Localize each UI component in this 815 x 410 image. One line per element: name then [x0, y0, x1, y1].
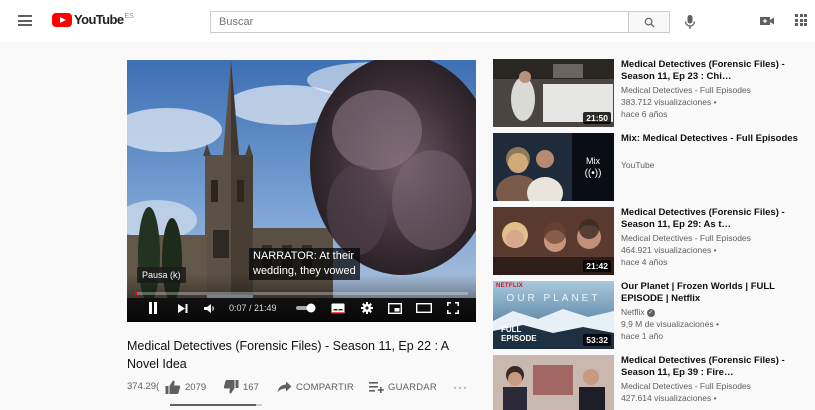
- thumbs-up-icon: [165, 380, 181, 394]
- video-player[interactable]: NARRATOR: At their wedding, they vowed P…: [127, 60, 476, 322]
- video-thumbnail[interactable]: [493, 355, 614, 410]
- more-actions-button[interactable]: ···: [453, 378, 468, 396]
- view-count: 427.614 visualizaciones •: [621, 393, 717, 403]
- hamburger-menu-icon[interactable]: [18, 15, 32, 26]
- recommended-video[interactable]: 21:42 Medical Detectives (Forensic Files…: [493, 207, 815, 275]
- upload-age: hace 1 año: [621, 331, 664, 341]
- view-count: 383.712 visualizaciones •: [621, 97, 717, 107]
- full-episode-text: FULL EPISODE: [501, 325, 537, 343]
- settings-button[interactable]: [359, 300, 375, 316]
- create-video-icon[interactable]: [759, 15, 775, 27]
- search-input[interactable]: [211, 12, 628, 32]
- video-thumbnail[interactable]: 21:50: [493, 59, 614, 127]
- video-thumbnail[interactable]: 21:42: [493, 207, 614, 275]
- miniplayer-button[interactable]: [387, 300, 403, 316]
- next-icon: [177, 303, 187, 313]
- view-count: 9,9 M de visualizaciones •: [621, 319, 719, 329]
- miniplayer-icon: [388, 302, 402, 314]
- view-count: 464.921 visualizaciones •: [621, 245, 717, 255]
- recommended-video[interactable]: NETFLIX OUR PLANET FULL EPISODE 53:32 Ou…: [493, 281, 815, 349]
- recommended-title[interactable]: Medical Detectives (Forensic Files) - Se…: [621, 207, 811, 230]
- youtube-play-logo-icon: [52, 13, 72, 27]
- caption-line: NARRATOR: At their: [253, 250, 355, 262]
- top-bar: YouTube ES: [0, 0, 815, 42]
- thumbnail-image: [493, 355, 614, 410]
- channel-name[interactable]: Netflix: [621, 307, 645, 317]
- full-episode-line: FULL: [501, 325, 522, 334]
- volume-button[interactable]: [201, 300, 217, 316]
- video-duration: 53:32: [583, 334, 611, 346]
- recommended-title[interactable]: Mix: Medical Detectives - Full Episodes: [621, 133, 811, 145]
- search-button[interactable]: [628, 11, 670, 33]
- video-duration: 21:42: [583, 260, 611, 272]
- theater-mode-button[interactable]: [415, 300, 433, 316]
- autoplay-toggle[interactable]: [295, 300, 317, 316]
- share-button[interactable]: COMPARTIR: [277, 378, 354, 396]
- logo-text: YouTube: [74, 12, 124, 27]
- view-count: 374.29(: [127, 381, 160, 392]
- next-button[interactable]: [175, 300, 189, 316]
- recommended-video[interactable]: 21:50 Medical Detectives (Forensic Files…: [493, 59, 815, 127]
- volume-icon: [203, 303, 214, 313]
- recommended-video[interactable]: Medical Detectives (Forensic Files) - Se…: [493, 355, 815, 410]
- full-episode-line: EPISODE: [501, 334, 537, 343]
- youtube-logo[interactable]: YouTube ES: [52, 13, 134, 29]
- logo-region-code: ES: [124, 13, 134, 20]
- pause-icon: [149, 302, 157, 314]
- save-label: GUARDAR: [388, 381, 437, 393]
- video-title: Medical Detectives (Forensic Files) - Se…: [127, 339, 449, 371]
- verified-badge-icon: ✓: [646, 308, 655, 317]
- progress-fill: [135, 292, 137, 295]
- recommended-title[interactable]: Our Planet | Frozen Worlds | FULL EPISOD…: [621, 281, 811, 304]
- video-thumbnail[interactable]: Mix ((•)): [493, 133, 614, 201]
- pause-button[interactable]: [145, 300, 161, 316]
- channel-name[interactable]: Medical Detectives - Full Episodes: [621, 381, 811, 393]
- netflix-logo: NETFLIX: [496, 283, 524, 289]
- progress-bar[interactable]: [135, 292, 468, 295]
- share-label: COMPARTIR: [296, 381, 354, 393]
- time-display: 0:07 / 21:49: [229, 303, 277, 313]
- dislike-button[interactable]: 167: [223, 378, 259, 396]
- channel-name[interactable]: YouTube: [621, 160, 811, 172]
- search-box[interactable]: [210, 11, 628, 33]
- dislike-count: 167: [243, 381, 259, 393]
- add-to-playlist-icon: [369, 382, 384, 393]
- video-thumbnail[interactable]: NETFLIX OUR PLANET FULL EPISODE 53:32: [493, 281, 614, 349]
- apps-grid-icon[interactable]: [795, 14, 807, 26]
- broadcast-icon: ((•)): [584, 167, 602, 179]
- video-actions-bar: 374.29( 2079 167 COMPARTIR GUARDAR ···: [127, 378, 477, 396]
- mix-label: Mix: [586, 155, 600, 166]
- thumbs-down-icon: [223, 380, 239, 394]
- gear-icon: [361, 302, 373, 314]
- recommended-mix[interactable]: Mix ((•)) Mix: Medical Detectives - Full…: [493, 133, 815, 201]
- upload-age: hace 4 años: [621, 257, 668, 267]
- fullscreen-button[interactable]: [445, 300, 461, 316]
- channel-name[interactable]: Medical Detectives - Full Episodes: [621, 85, 811, 97]
- mix-overlay: Mix ((•)): [572, 133, 614, 201]
- upload-age: hace 6 años: [621, 109, 668, 119]
- share-icon: [277, 381, 292, 393]
- like-count: 2079: [185, 381, 207, 393]
- thumbnail-title-text: OUR PLANET: [506, 293, 601, 304]
- like-dislike-ratio-bar: [170, 404, 262, 406]
- channel-name[interactable]: Medical Detectives - Full Episodes: [621, 233, 811, 245]
- like-ratio-fill: [170, 404, 256, 406]
- subtitles-button[interactable]: [330, 300, 346, 316]
- channel-name-row[interactable]: Netflix ✓: [621, 307, 811, 319]
- save-button[interactable]: GUARDAR: [369, 378, 437, 396]
- search-icon: [644, 17, 655, 28]
- recommended-title[interactable]: Medical Detectives (Forensic Files) - Se…: [621, 59, 811, 82]
- theater-mode-icon: [416, 303, 432, 313]
- subtitles-icon: [331, 303, 345, 314]
- recommended-title[interactable]: Medical Detectives (Forensic Files) - Se…: [621, 355, 811, 378]
- fullscreen-icon: [447, 302, 459, 314]
- like-button[interactable]: 2079: [165, 378, 206, 396]
- microphone-icon[interactable]: [683, 14, 697, 30]
- autoplay-toggle-icon: [296, 303, 316, 313]
- video-duration: 21:50: [583, 112, 611, 124]
